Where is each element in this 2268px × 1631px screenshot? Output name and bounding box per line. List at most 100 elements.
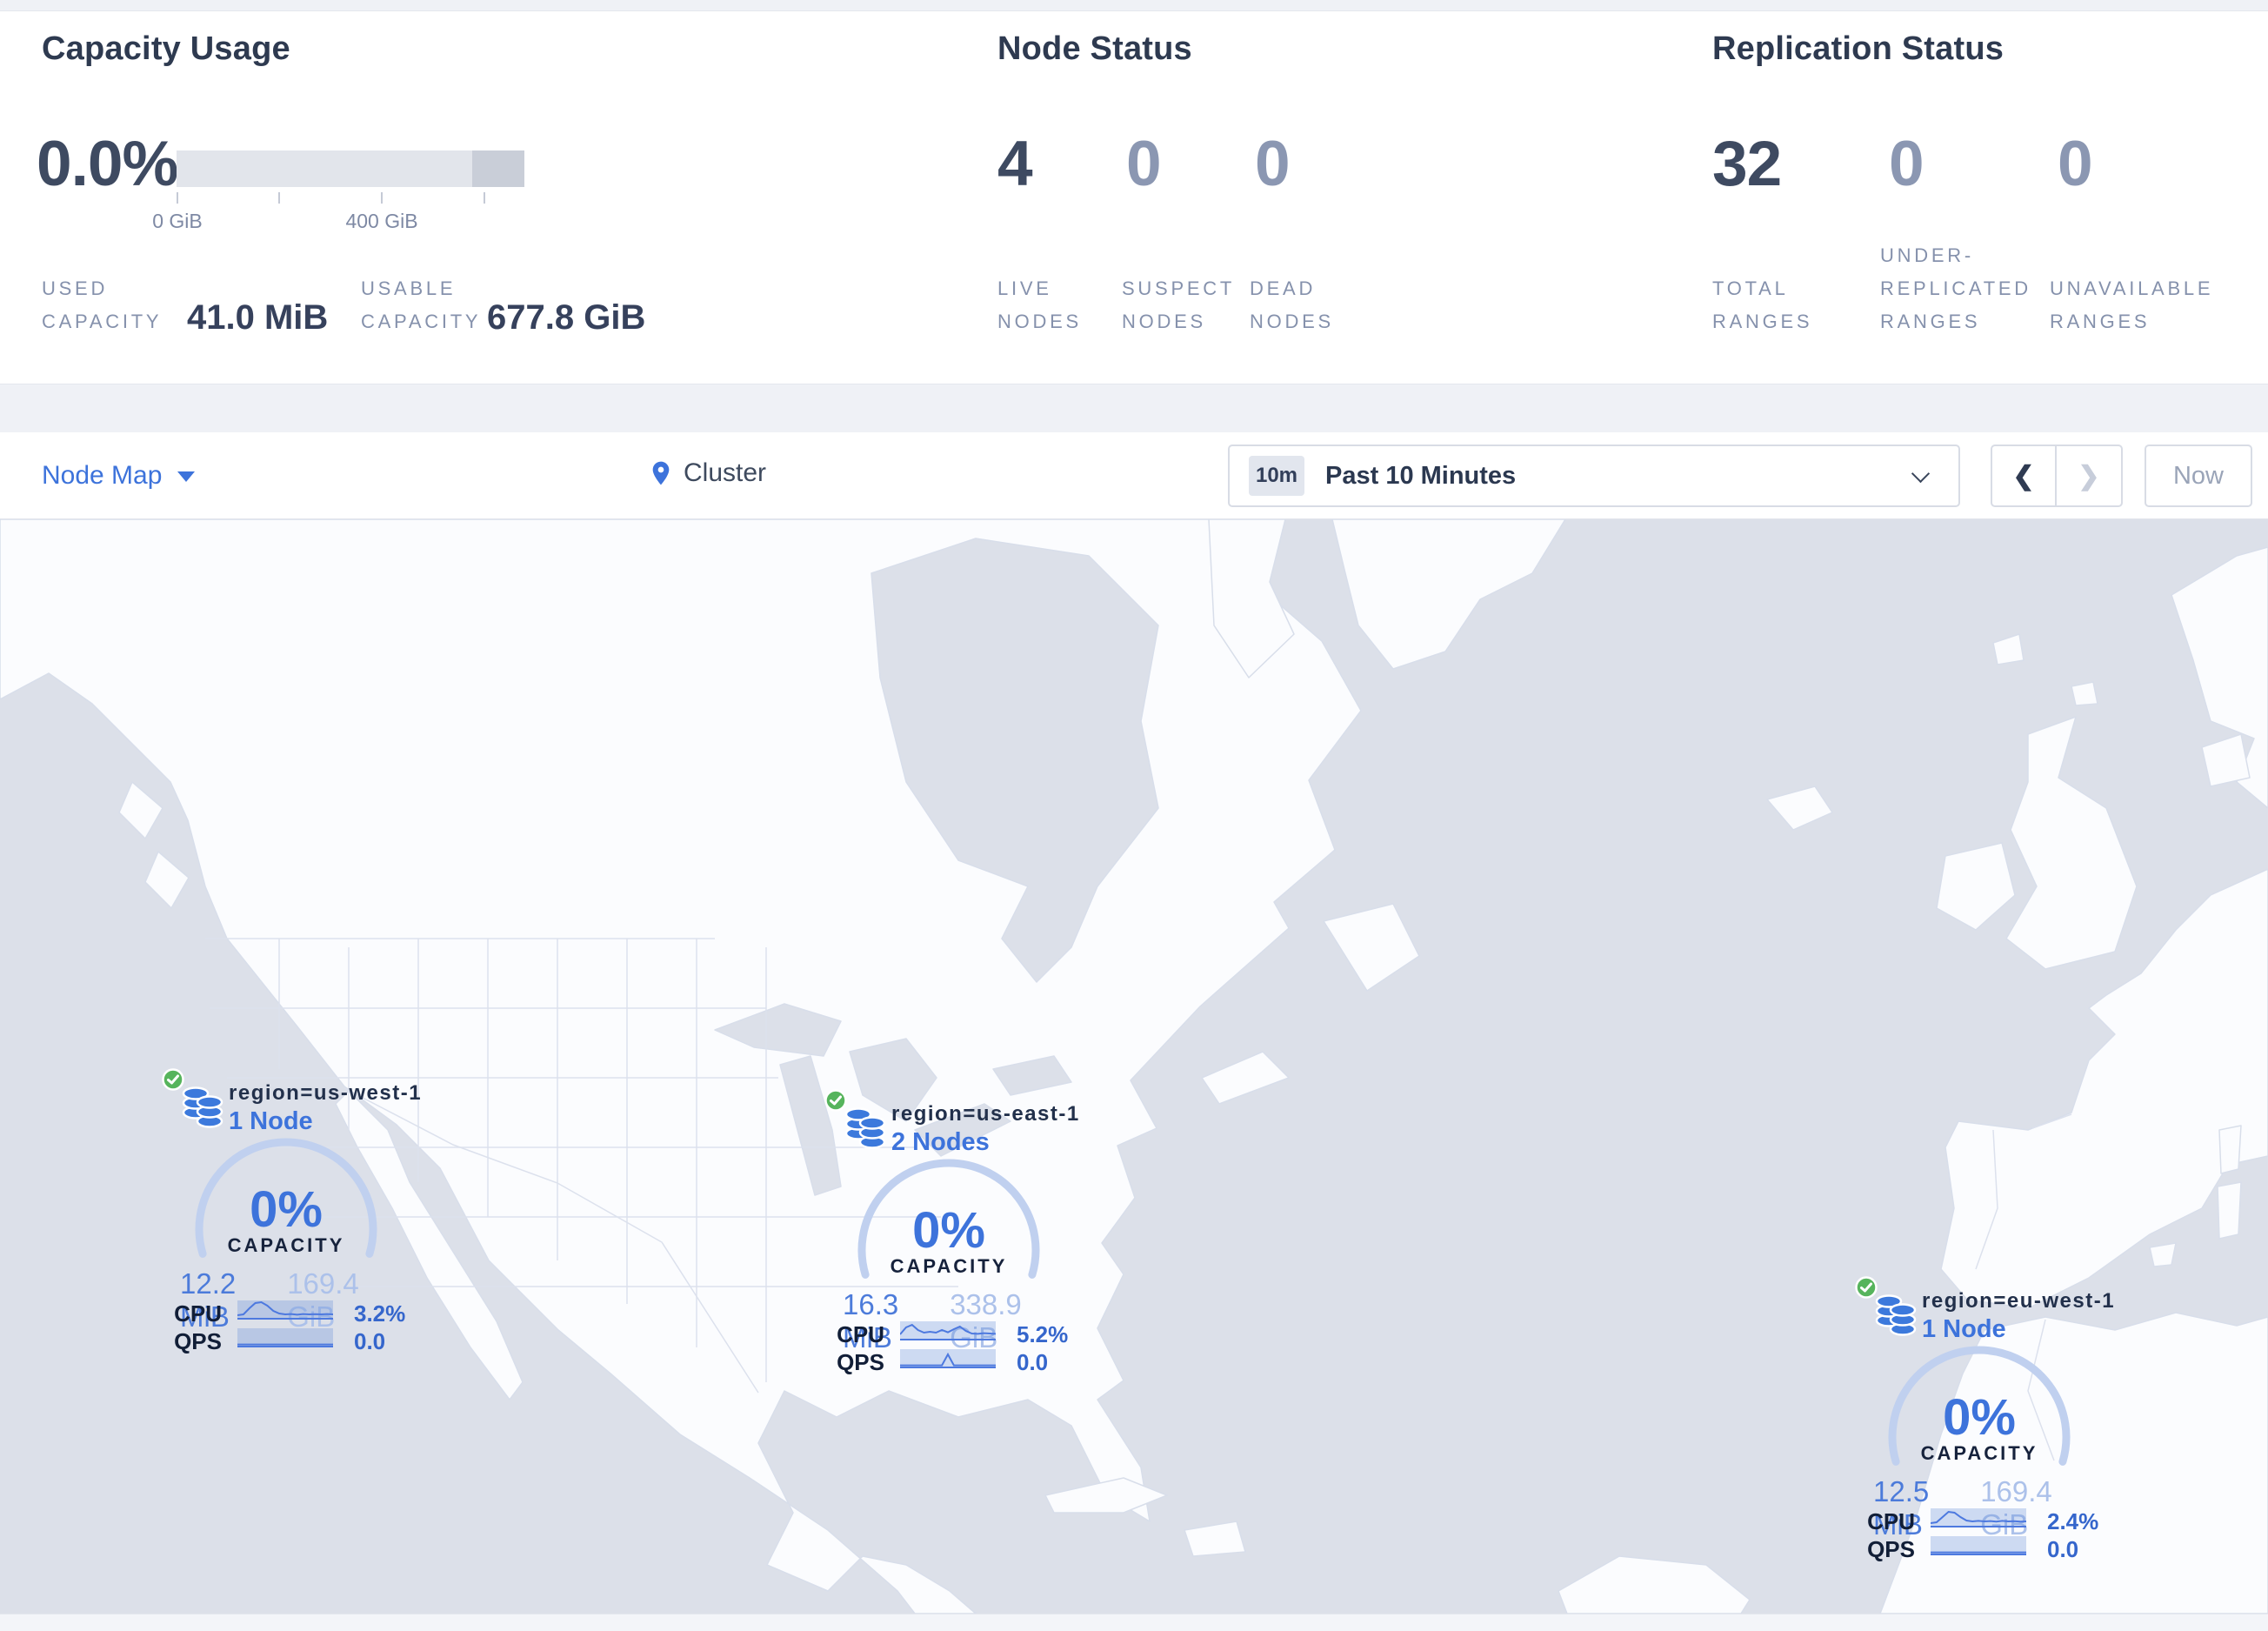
axis-tick <box>278 192 280 204</box>
qps-label: QPS <box>837 1349 884 1375</box>
view-selector-label: Node Map <box>42 461 163 490</box>
denmark <box>2201 733 2251 787</box>
live-nodes-count: 4 <box>997 129 1033 199</box>
region-name: region=us-east-1 <box>891 1102 1080 1126</box>
axis-tick <box>177 192 178 204</box>
region-node-count: 1 Node <box>1922 1315 2006 1343</box>
cuba <box>1044 1477 1168 1514</box>
coastal-islands <box>118 781 190 909</box>
cpu-label: CPU <box>174 1300 222 1327</box>
region-node-count: 2 Nodes <box>891 1128 990 1156</box>
qps-value: 0.0 <box>2047 1536 2079 1562</box>
qps-sparkline <box>900 1349 996 1368</box>
newfoundland <box>1323 903 1420 992</box>
node-map[interactable]: region=us-west-1 1 Node 0% CAPACITY 12.2… <box>0 519 2268 1614</box>
total-ranges-count: 32 <box>1712 129 1782 199</box>
great-britain <box>2005 716 2138 970</box>
used-capacity-value: 41.0 MiB <box>187 298 329 337</box>
qps-label: QPS <box>1867 1536 1915 1562</box>
panel-title: Node Status <box>997 30 1192 67</box>
south-america <box>1558 1555 1751 1614</box>
capacity-percent: 0% <box>912 1202 985 1259</box>
database-icon <box>844 1107 886 1149</box>
replication-status-panel: Replication Status 32 0 0 TOTAL RANGES UN… <box>1712 11 2251 385</box>
shetland <box>1992 633 2098 706</box>
capacity-percent: 0% <box>1943 1389 2016 1446</box>
time-window-dropdown[interactable]: 10m Past 10 Minutes <box>1228 445 1960 507</box>
panel-title: Replication Status <box>1712 30 2005 67</box>
database-icon <box>182 1086 223 1128</box>
cpu-value: 3.2% <box>354 1300 406 1327</box>
axis-tick-label: 0 GiB <box>152 210 203 232</box>
cpu-label: CPU <box>837 1321 884 1347</box>
caret-down-icon <box>177 471 196 483</box>
time-window-label: Past 10 Minutes <box>1325 462 1517 490</box>
cpu-value: 5.2% <box>1017 1321 1069 1347</box>
panel-title: Capacity Usage <box>42 30 290 67</box>
qps-value: 0.0 <box>1017 1349 1049 1375</box>
node-status-panel: Node Status 4 0 0 LIVE NODES SUSPECT NODES… <box>997 11 1554 385</box>
breadcrumb-label: Cluster <box>684 458 767 487</box>
dead-nodes-label: DEAD NODES <box>1250 277 1334 332</box>
ireland <box>1936 842 2016 931</box>
axis-tick <box>381 192 383 204</box>
region-marker-eu-west-1[interactable]: region=eu-west-1 1 Node 0% CAPACITY 12.5… <box>1849 1272 2114 1572</box>
cpu-value: 2.4% <box>2047 1508 2099 1534</box>
cpu-label: CPU <box>1867 1508 1915 1534</box>
time-nav-arrows: ❮ ❯ <box>1991 445 2123 507</box>
unavailable-count: 0 <box>2058 129 2093 199</box>
axis-tick <box>484 192 485 204</box>
capacity-label: CAPACITY <box>1920 1442 2038 1464</box>
toolbar: Node Map Cluster 10m Past 10 Minutes ❮ ❯… <box>0 432 2268 519</box>
suspect-nodes-label: SUSPECT NODES <box>1122 277 1236 332</box>
region-node-count: 1 Node <box>229 1107 313 1135</box>
cpu-sparkline <box>900 1321 996 1340</box>
under-replicated-label: UNDER- REPLICATED RANGES <box>1880 244 2031 332</box>
suspect-nodes-count: 0 <box>1126 129 1162 199</box>
region-name: region=us-west-1 <box>229 1081 423 1105</box>
capacity-bar-reserved <box>472 150 524 187</box>
used-capacity-label: USED CAPACITY <box>42 277 163 332</box>
capacity-percent: 0% <box>250 1181 323 1238</box>
region-marker-us-east-1[interactable]: region=us-east-1 2 Nodes 0% CAPACITY 16.… <box>818 1085 1079 1385</box>
live-nodes-label: LIVE NODES <box>997 277 1082 332</box>
usable-capacity-value: 677.8 GiB <box>487 298 646 337</box>
corsica-sardinia <box>2217 1125 2242 1240</box>
database-icon <box>1875 1294 1917 1336</box>
cpu-sparkline <box>237 1300 333 1320</box>
nova-scotia <box>1201 1051 1290 1105</box>
iceland <box>1766 785 1833 831</box>
balearics <box>2149 1242 2177 1267</box>
capacity-label: CAPACITY <box>890 1255 1008 1277</box>
qps-label: QPS <box>174 1328 222 1354</box>
time-window-badge: 10m <box>1249 456 1304 496</box>
total-ranges-label: TOTAL RANGES <box>1712 277 1813 332</box>
map-pin-icon <box>652 461 670 485</box>
qps-sparkline <box>1931 1536 2026 1555</box>
capacity-label: CAPACITY <box>227 1234 345 1256</box>
chevron-down-icon <box>1911 464 1931 484</box>
region-marker-us-west-1[interactable]: region=us-west-1 1 Node 0% CAPACITY 12.2… <box>156 1064 421 1364</box>
capacity-percent: 0.0% <box>37 129 178 199</box>
map-footer-strip <box>0 1614 2268 1631</box>
chevron-left-icon: ❮ <box>2012 461 2035 491</box>
usable-capacity-label: USABLE CAPACITY <box>361 277 482 332</box>
axis-tick-label: 400 GiB <box>345 210 418 232</box>
cpu-sparkline <box>1931 1508 2026 1527</box>
hispaniola <box>1184 1521 1246 1557</box>
region-name: region=eu-west-1 <box>1922 1289 2116 1313</box>
next-time-button[interactable]: ❯ <box>2057 446 2121 505</box>
under-replicated-count: 0 <box>1889 129 1924 199</box>
greenland <box>1331 519 1566 670</box>
breadcrumb[interactable]: Cluster <box>647 458 766 488</box>
now-button[interactable]: Now <box>2145 445 2252 507</box>
summary-section: Capacity Usage 0.0% 0 GiB 400 GiB USED C… <box>0 10 2268 384</box>
chevron-right-icon: ❯ <box>2078 461 2100 491</box>
unavailable-label: UNAVAILABLE RANGES <box>2050 277 2214 332</box>
qps-sparkline <box>237 1328 333 1347</box>
prev-time-button[interactable]: ❮ <box>1992 446 2057 505</box>
view-selector-dropdown[interactable]: Node Map <box>42 461 196 491</box>
capacity-usage-panel: Capacity Usage 0.0% 0 GiB 400 GiB USED C… <box>37 11 668 385</box>
capacity-bar <box>177 150 524 187</box>
dead-nodes-count: 0 <box>1255 129 1291 199</box>
